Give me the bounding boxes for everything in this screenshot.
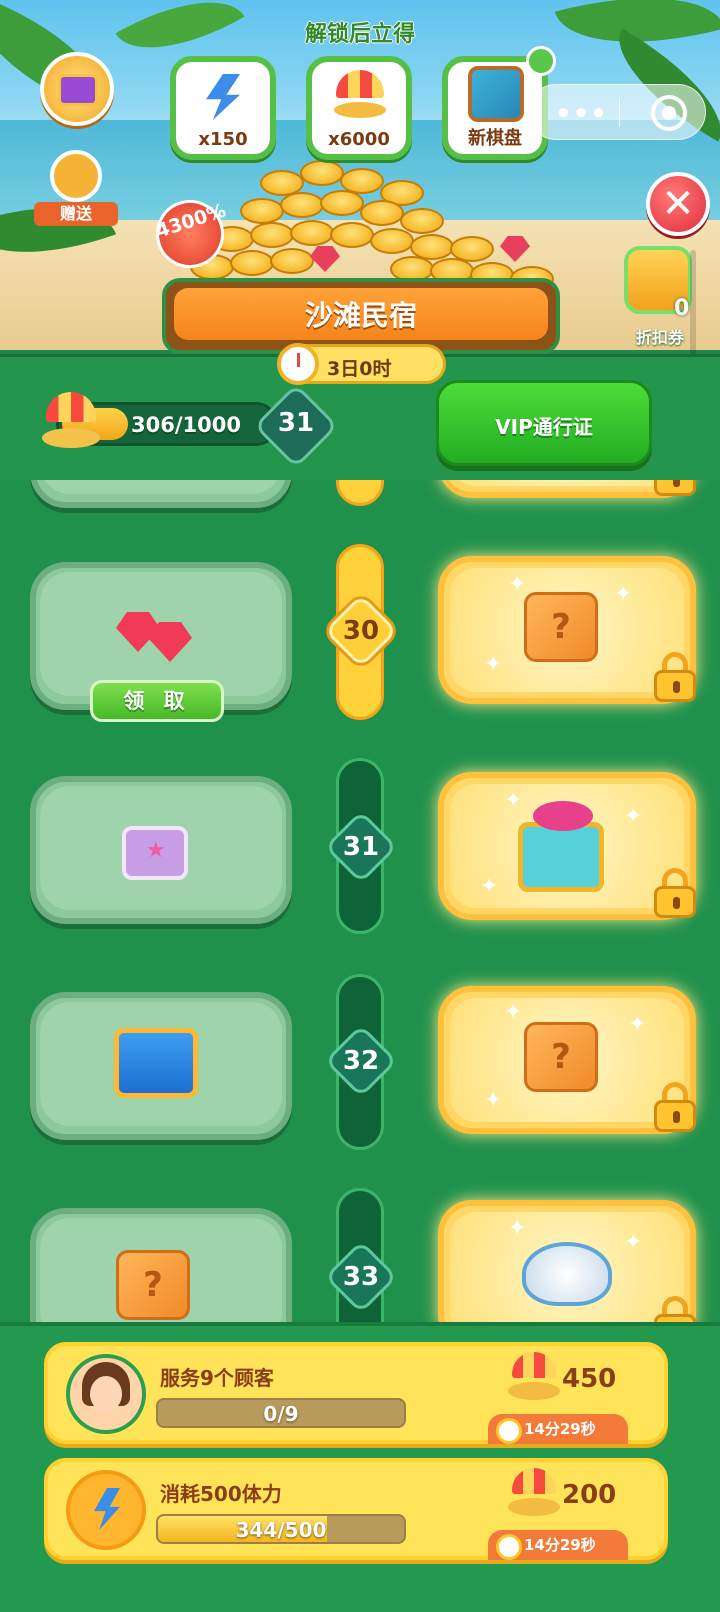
ticket-icon <box>50 150 102 202</box>
coupon-count: 0 <box>674 296 690 321</box>
task-progress-bar: 0/9 <box>156 1398 406 1428</box>
free-reward-card[interactable] <box>30 776 292 924</box>
vip-pass-label: VIP通行证 <box>495 415 593 439</box>
claim-button[interactable]: 领 取 <box>90 680 224 722</box>
gift-button[interactable]: 赠送 <box>34 148 118 228</box>
customer-avatar <box>66 1354 146 1434</box>
tier-node: 32 <box>324 1024 398 1098</box>
vip-reward-card[interactable]: ✦ ✦ ✦ ? <box>438 556 696 704</box>
shell-dish-icon <box>522 1242 612 1306</box>
miniprogram-capsule: ••• <box>528 84 706 140</box>
task-title: 消耗500体力 <box>160 1482 282 1506</box>
lock-icon <box>652 652 698 702</box>
unlock-reward-umbrella[interactable]: x6000 <box>306 56 412 160</box>
beach-umbrella-icon <box>334 70 386 120</box>
magnifier-icon[interactable] <box>526 46 556 76</box>
vip-reward-card[interactable]: ✦ ✦ ✦ <box>438 772 696 920</box>
event-timer: 3日0时 <box>277 343 446 385</box>
more-icon[interactable]: ••• <box>555 99 608 129</box>
mystery-box-icon: ? <box>524 592 598 662</box>
close-miniprogram-icon[interactable] <box>651 95 687 131</box>
vip-reward-card[interactable]: ✦ ✦ ✦ ? <box>438 986 696 1134</box>
purple-chest-icon <box>122 826 188 880</box>
beach-umbrella-icon <box>40 392 102 450</box>
reward-quantity: x6000 <box>328 129 390 150</box>
event-title: 沙滩民宿 <box>304 299 417 332</box>
tier-level: 32 <box>342 1046 380 1076</box>
chest-button[interactable] <box>40 52 114 126</box>
tier-node: 30 <box>324 594 398 668</box>
energy-icon <box>66 1470 146 1550</box>
task-reward: 450 <box>562 1364 617 1394</box>
close-icon: ✕ <box>661 181 695 227</box>
task-timer: 14分29秒 <box>488 1414 628 1444</box>
task-timer: 14分29秒 <box>488 1530 628 1560</box>
treasure-chest-icon <box>518 801 604 892</box>
capsule-divider <box>619 99 620 127</box>
new-board-icon <box>468 66 524 122</box>
clock-icon <box>277 343 319 385</box>
mystery-box-icon: ? <box>116 1250 190 1320</box>
lock-icon <box>652 1082 698 1132</box>
task-card[interactable]: 服务9个顾客 0/9 450 14分29秒 <box>44 1342 668 1444</box>
close-button[interactable]: ✕ <box>646 172 710 236</box>
tier-node: 33 <box>324 1240 398 1314</box>
beach-umbrella-icon <box>508 1352 560 1404</box>
free-reward-card <box>30 480 292 508</box>
task-progress-bar: 344/500 <box>156 1514 406 1544</box>
task-title: 服务9个顾客 <box>160 1366 274 1390</box>
purple-chest-icon <box>58 74 98 106</box>
task-reward: 200 <box>562 1480 617 1510</box>
tier-list[interactable]: 领 取 30 ✦ ✦ ✦ ? 31 ✦ ✦ ✦ <box>0 480 720 1360</box>
beach-umbrella-icon <box>508 1468 560 1520</box>
points-progress-text: 306/1000 <box>131 413 241 437</box>
vip-reward-card <box>438 480 696 498</box>
event-title-plank: 沙滩民宿 <box>162 278 560 354</box>
vip-pass-button[interactable]: VIP通行证 <box>436 380 652 466</box>
progress-rail <box>336 480 384 506</box>
lock-icon <box>652 480 698 496</box>
lock-icon <box>652 868 698 918</box>
unlock-title: 解锁后立得 <box>304 22 415 47</box>
task-progress-text: 344/500 <box>235 1518 327 1542</box>
reward-quantity: x150 <box>198 129 248 150</box>
battle-pass-screen: 解锁后立得 x150 x6000 新棋盘 ••• 赠送 4300% ✕ 0 折扣… <box>0 0 720 1612</box>
task-panel: 服务9个顾客 0/9 450 14分29秒 消耗500体力 344/500 20… <box>0 1322 720 1612</box>
gift-label: 赠送 <box>34 202 118 226</box>
task-progress-text: 0/9 <box>263 1402 299 1426</box>
tier-level: 30 <box>342 616 380 646</box>
unlock-reward-energy[interactable]: x150 <box>170 56 276 160</box>
tier-level: 33 <box>342 1262 380 1292</box>
tier-level: 31 <box>342 832 380 862</box>
current-level: 31 <box>277 408 315 438</box>
blue-chest-icon <box>114 1028 198 1098</box>
energy-icon <box>206 74 240 120</box>
free-reward-card[interactable] <box>30 992 292 1140</box>
tier-node: 31 <box>324 810 398 884</box>
mystery-box-icon: ? <box>524 1022 598 1092</box>
task-card[interactable]: 消耗500体力 344/500 200 14分29秒 <box>44 1458 668 1560</box>
reward-quantity: 新棋盘 <box>468 128 522 149</box>
event-timer-value: 3日0时 <box>327 358 392 380</box>
